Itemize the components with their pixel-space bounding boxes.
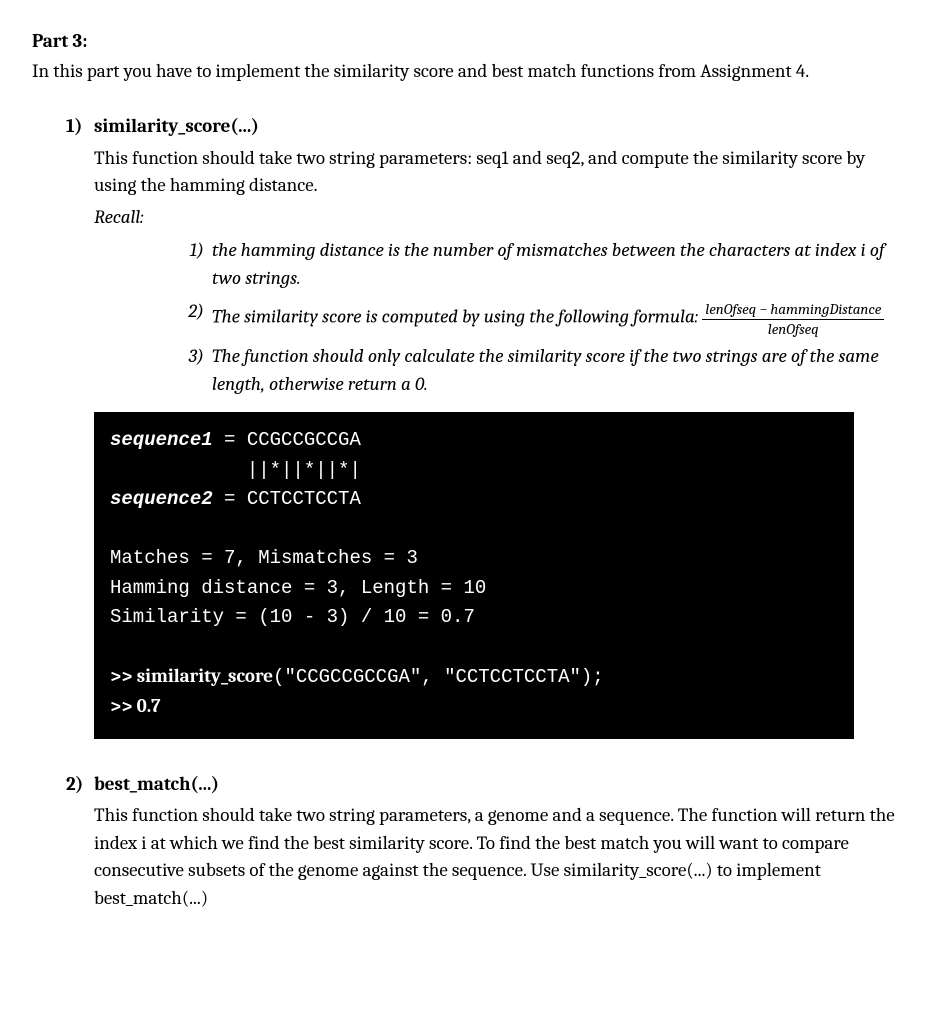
part-intro: In this part you have to implement the s… <box>32 58 909 86</box>
item-2-number: 2) <box>66 771 94 799</box>
inner-2-num: 2) <box>176 298 212 337</box>
inner-1-text: the hamming distance is the number of mi… <box>212 237 909 292</box>
similarity-formula: lenOfseq − hammingDistance lenOfseq <box>702 301 884 337</box>
item-1-body: This function should take two string par… <box>94 145 909 200</box>
inner-3-num: 3) <box>176 343 212 398</box>
inner-1-num: 1) <box>176 237 212 292</box>
item-2-body: This function should take two string par… <box>94 802 909 912</box>
example-code-block: sequence1 = CCGCCGCCGA ||*||*||*| sequen… <box>94 412 854 738</box>
item-2-title: best_match(...) <box>94 771 219 799</box>
item-1-title: similarity_score(...) <box>94 113 259 141</box>
item-1: 1) similarity_score(...) <box>32 113 909 141</box>
inner-2-text: The similarity score is computed by usin… <box>212 298 909 337</box>
item-1-recall: Recall: <box>94 204 909 232</box>
item-1-inner-list: 1) the hamming distance is the number of… <box>32 237 909 398</box>
item-2: 2) best_match(...) <box>32 771 909 799</box>
part-heading: Part 3: <box>32 28 909 56</box>
inner-3-text: The function should only calculate the s… <box>212 343 909 398</box>
item-1-number: 1) <box>66 113 94 141</box>
